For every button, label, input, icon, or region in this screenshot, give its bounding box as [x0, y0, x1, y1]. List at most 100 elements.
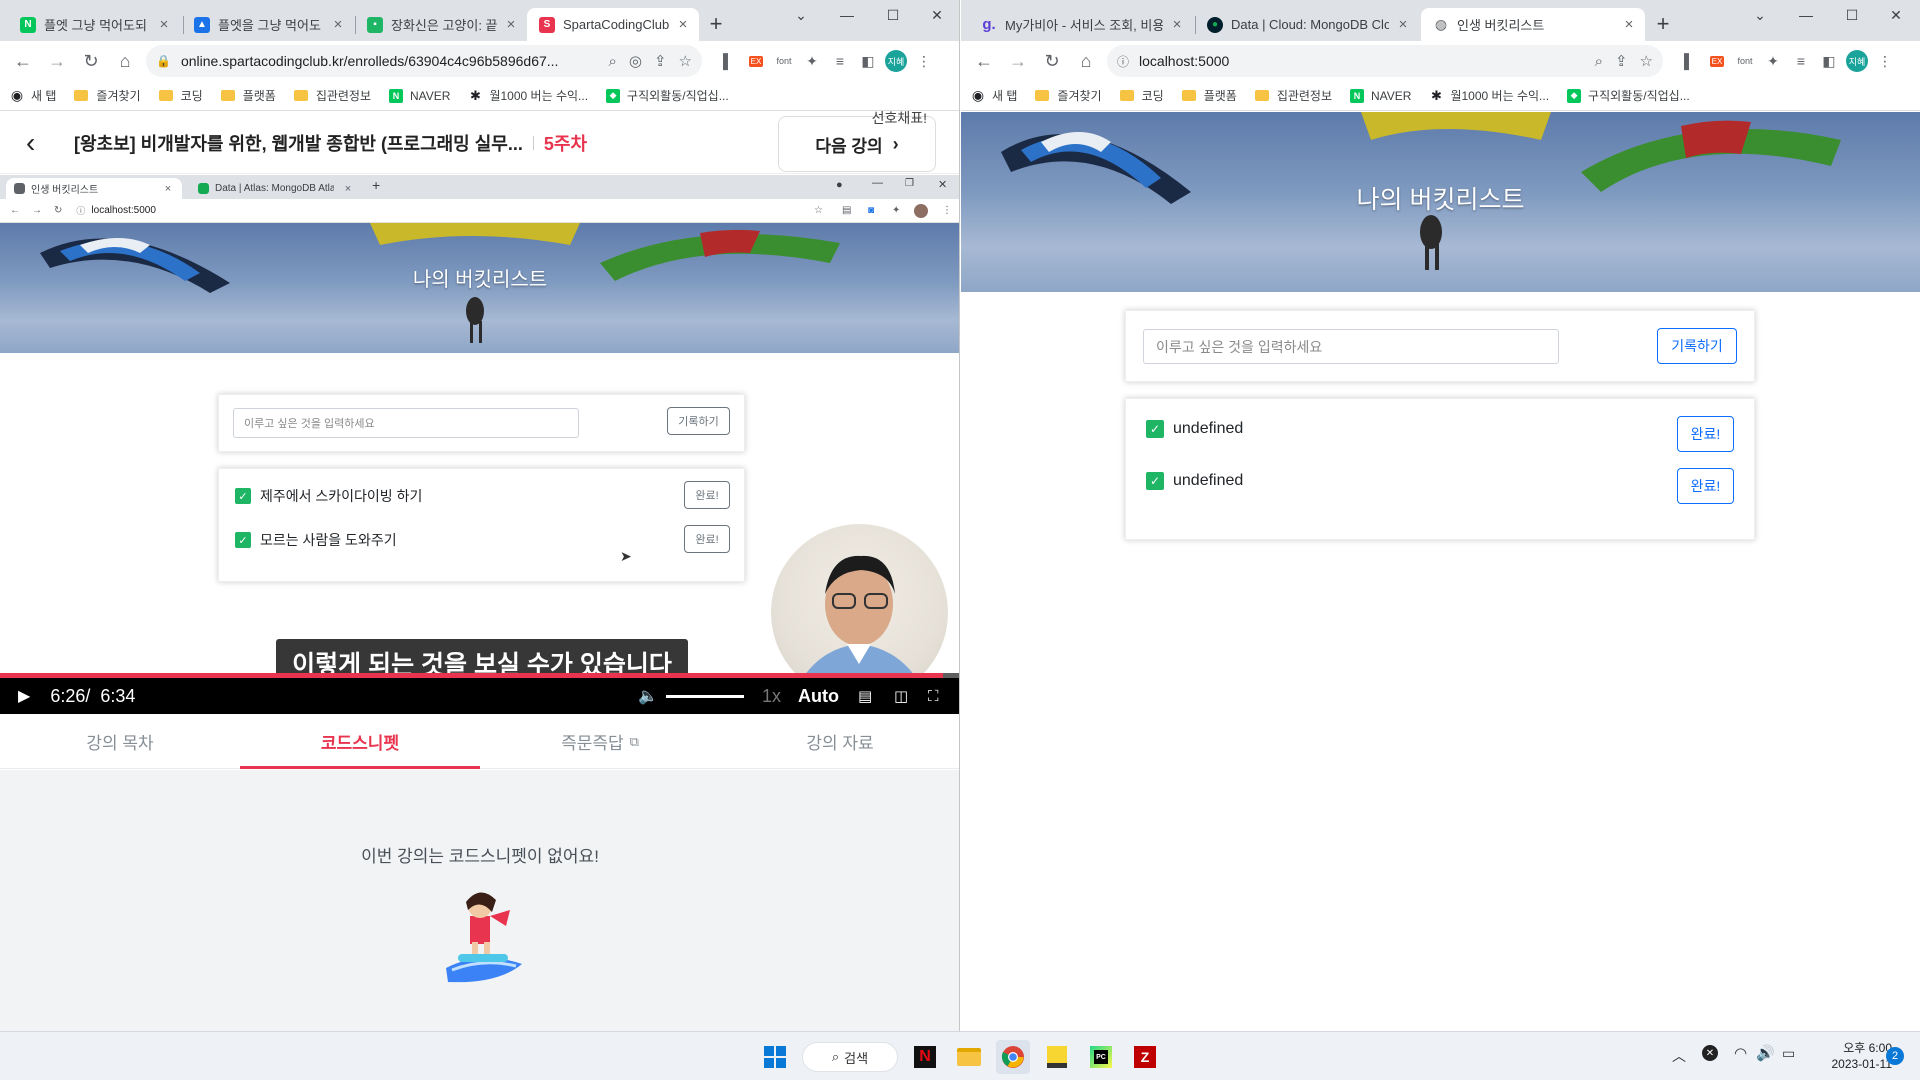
netflix-icon[interactable]: N [908, 1040, 942, 1074]
close-icon[interactable]: × [1621, 16, 1637, 33]
tab-lesson-index[interactable]: 강의 목차 [0, 715, 240, 768]
zoom-icon[interactable]: ⌕ [608, 53, 616, 70]
checkbox-checked-icon[interactable]: ✓ [1146, 472, 1164, 490]
menu-kebab-icon[interactable]: ⋮ [910, 47, 938, 75]
close-icon[interactable]: × [330, 16, 346, 33]
reading-list-icon[interactable]: ≡ [1787, 47, 1815, 75]
windows-start-icon[interactable] [758, 1040, 792, 1074]
profile-avatar[interactable]: 지혜 [882, 47, 910, 75]
menu-kebab-icon[interactable]: ⋮ [1871, 47, 1899, 75]
forward-icon[interactable]: → [1001, 44, 1035, 78]
tab-1[interactable]: N 플엣 그냥 먹어도되 × [8, 8, 180, 41]
extension-ex-icon[interactable]: EX [1703, 47, 1731, 75]
tab-search-chevron-icon[interactable]: ⌄ [778, 0, 824, 30]
done-button[interactable]: 완료! [1677, 468, 1734, 504]
volume-slider[interactable] [666, 695, 744, 698]
address-bar[interactable]: 🔒 online.spartacodingclub.kr/enrolleds/6… [146, 45, 702, 77]
extension-reader-icon[interactable]: ▌ [1675, 47, 1703, 75]
profile-avatar[interactable]: 지혜 [1843, 47, 1871, 75]
bookmark-new-tab[interactable]: ◉ 새 탭 [10, 87, 57, 104]
battery-icon[interactable]: ▭ [1782, 1045, 1795, 1062]
bucket-input[interactable]: 이루고 싶은 것을 입력하세요 [1143, 329, 1559, 364]
quality-setting[interactable]: Auto [798, 686, 839, 707]
close-icon[interactable]: × [1395, 16, 1411, 33]
close-icon[interactable]: × [675, 16, 691, 33]
maximize-button[interactable]: ☐ [1829, 0, 1875, 30]
record-button[interactable]: 기록하기 [1657, 328, 1737, 364]
system-clock[interactable]: 오후 6:00 2023-01-11 [1806, 1040, 1893, 1072]
extensions-puzzle-icon[interactable]: ✦ [798, 47, 826, 75]
play-icon[interactable]: ▶ [18, 686, 30, 706]
tab-mongodb[interactable]: ● Data | Cloud: MongoDB Cloud × [1195, 8, 1419, 41]
address-bar[interactable]: ⓘ localhost:5000 ⌕ ⇪ ☆ [1107, 45, 1663, 77]
reload-icon[interactable]: ↻ [74, 44, 108, 78]
reload-icon[interactable]: ↻ [1035, 44, 1069, 78]
notification-badge[interactable]: 2 [1886, 1047, 1904, 1065]
minimize-button[interactable]: — [824, 0, 870, 30]
bookmark-naver[interactable]: N NAVER [1350, 88, 1411, 103]
minimize-button[interactable]: — [1783, 0, 1829, 30]
back-icon[interactable]: ← [967, 44, 1001, 78]
extensions-puzzle-icon[interactable]: ✦ [1759, 47, 1787, 75]
lecture-video[interactable]: 인생 버킷리스트 × Data | Atlas: MongoDB Atlas ×… [0, 175, 959, 714]
home-icon[interactable]: ⌂ [108, 44, 142, 78]
bookmark-folder[interactable]: 즐겨찾기 [74, 87, 141, 104]
bookmark-folder[interactable]: 플랫폼 [220, 87, 276, 104]
close-icon[interactable]: × [503, 16, 519, 33]
reading-list-icon[interactable]: ≡ [826, 47, 854, 75]
tab-3[interactable]: ▪ 장화신은 고양이: 끝 × [355, 8, 527, 41]
bookmark-naver[interactable]: N NAVER [389, 88, 450, 103]
tab-2[interactable]: ▲ 플엣을 그냥 먹어도 × [182, 8, 354, 41]
chevron-up-icon[interactable]: ︿ [1672, 1046, 1686, 1066]
wifi-icon[interactable]: ◠ [1734, 1044, 1747, 1062]
side-panel-icon[interactable]: ◧ [854, 47, 882, 75]
tab-materials[interactable]: 강의 자료 [720, 715, 959, 768]
home-icon[interactable]: ⌂ [1069, 44, 1103, 78]
new-tab-button[interactable]: + [1649, 10, 1677, 38]
volume-icon[interactable]: 🔈 [638, 686, 658, 706]
share-icon[interactable]: ⇪ [654, 52, 667, 70]
bookmark-star-icon[interactable]: ☆ [679, 52, 692, 70]
playback-speed[interactable]: 1x [762, 686, 781, 707]
speaker-icon[interactable]: 🔊 [1756, 1044, 1775, 1062]
forward-icon[interactable]: → [40, 44, 74, 78]
next-lesson-button[interactable]: 선호채표! 다음 강의 › [778, 110, 936, 172]
tab-qna[interactable]: 즉문즉답 ⧉ [480, 715, 720, 768]
bookmark-new-tab[interactable]: ◉ 새 탭 [971, 87, 1018, 104]
maximize-button[interactable]: ☐ [870, 0, 916, 30]
bookmark-folder[interactable]: 코딩 [158, 87, 203, 104]
back-icon[interactable]: ← [6, 44, 40, 78]
done-button[interactable]: 완료! [1677, 416, 1734, 452]
side-panel-icon[interactable]: ◧ [1815, 47, 1843, 75]
picture-in-picture-icon[interactable]: ◫ [894, 687, 908, 705]
chrome-icon[interactable] [996, 1040, 1030, 1074]
tab-gabia[interactable]: g. My가비아 - 서비스 조회, 비용 × [969, 8, 1193, 41]
extension-ex-icon[interactable]: EX [742, 47, 770, 75]
captions-icon[interactable]: ▤ [858, 687, 872, 705]
bookmark-income[interactable]: ✱ 월1000 버는 수익... [1429, 87, 1549, 104]
new-tab-button[interactable]: + [702, 10, 730, 38]
bookmark-star-icon[interactable]: ☆ [1640, 52, 1653, 70]
tab-code-snippet[interactable]: 코드스니펫 [240, 715, 480, 769]
bookmark-folder[interactable]: 즐겨찾기 [1035, 87, 1102, 104]
checkbox-checked-icon[interactable]: ✓ [1146, 420, 1164, 438]
extension-font-icon[interactable]: font [770, 47, 798, 75]
tab-bucketlist-active[interactable]: ◍ 인생 버킷리스트 × [1421, 8, 1645, 41]
back-chevron-icon[interactable]: ‹ [26, 127, 66, 159]
close-icon[interactable]: × [156, 16, 172, 33]
extension-reader-icon[interactable]: ▌ [714, 47, 742, 75]
close-window-button[interactable]: ✕ [914, 0, 959, 30]
bookmark-job[interactable]: ◆ 구직외활동/직업십... [1567, 87, 1690, 104]
eye-off-icon[interactable]: ◎ [629, 52, 642, 70]
close-icon[interactable]: × [1169, 16, 1185, 33]
bookmark-folder[interactable]: 집관련정보 [293, 87, 371, 104]
zoom-icon[interactable]: ⌕ [1595, 53, 1603, 70]
sticky-notes-icon[interactable] [1040, 1040, 1074, 1074]
bookmark-folder[interactable]: 코딩 [1119, 87, 1164, 104]
pycharm-icon[interactable]: PC [1084, 1040, 1118, 1074]
extension-font-icon[interactable]: font [1731, 47, 1759, 75]
bookmark-job[interactable]: ◆ 구직외활동/직업십... [606, 87, 729, 104]
fullscreen-icon[interactable]: ⛶ [928, 688, 939, 705]
close-window-button[interactable]: ✕ [1873, 0, 1919, 30]
bookmark-income[interactable]: ✱ 월1000 버는 수익... [468, 87, 588, 104]
